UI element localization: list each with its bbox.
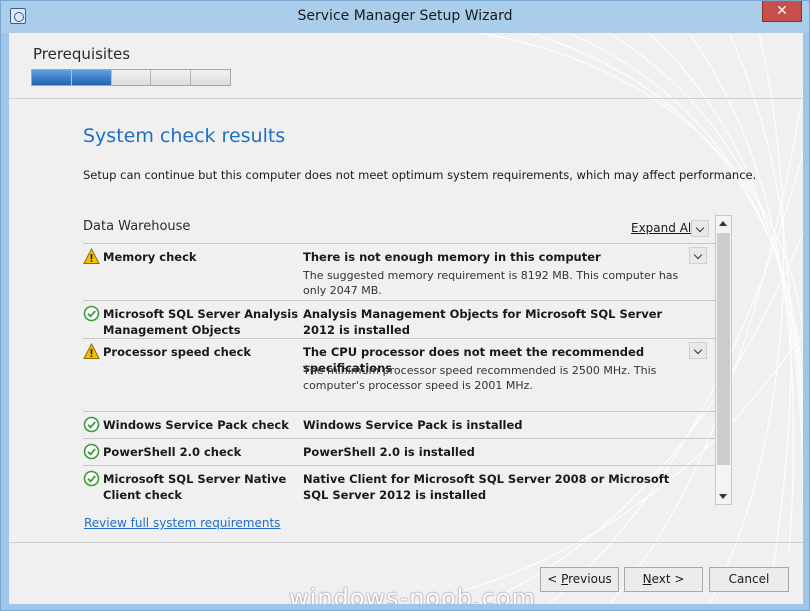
progress-segment: [191, 70, 230, 85]
check-results-list: Memory check There is not enough memory …: [83, 243, 715, 505]
page-description: Setup can continue but this computer doe…: [83, 168, 757, 182]
expand-all-link[interactable]: Expand All: [631, 221, 695, 235]
scroll-thumb[interactable]: [717, 233, 730, 465]
previous-button[interactable]: < Previous: [540, 567, 619, 592]
wizard-client-area: Prerequisites System check results Setup…: [9, 33, 803, 604]
title-bar: Service Manager Setup Wizard ✕: [1, 1, 809, 33]
scroll-up-arrow-icon[interactable]: [716, 216, 731, 232]
close-icon: ✕: [776, 3, 788, 19]
check-circle-icon: [83, 470, 100, 487]
group-title: Data Warehouse: [83, 219, 191, 234]
check-row-service-pack: Windows Service Pack check Windows Servi…: [83, 411, 715, 438]
check-name: Windows Service Pack check: [103, 418, 289, 432]
review-requirements-link[interactable]: Review full system requirements: [84, 516, 280, 530]
warning-icon: [83, 343, 100, 359]
check-detail: The minimum processor speed recommended …: [303, 364, 657, 392]
progress-segment: [111, 70, 152, 85]
check-row-processor-speed: Processor speed check The CPU processor …: [83, 338, 715, 411]
check-detail: The suggested memory requirement is 8192…: [303, 269, 679, 297]
progress-segment: [32, 70, 72, 85]
previous-prefix: <: [547, 572, 562, 586]
check-circle-icon: [83, 443, 100, 460]
wizard-header: Prerequisites: [9, 33, 803, 99]
cancel-button[interactable]: Cancel: [709, 567, 789, 592]
collapse-chevron-icon[interactable]: [689, 247, 707, 264]
check-row-native-client: Microsoft SQL Server Native Client check…: [83, 465, 715, 505]
check-circle-icon: [83, 416, 100, 433]
header-divider: [9, 98, 803, 99]
check-row-analysis-management-objects: Microsoft SQL Server Analysis Management…: [83, 300, 715, 338]
check-result: Native Client for Microsoft SQL Server 2…: [303, 472, 670, 502]
close-button[interactable]: ✕: [762, 1, 802, 22]
scroll-down-arrow-icon[interactable]: [716, 488, 731, 504]
next-accelerator: N: [642, 572, 652, 586]
page-heading: System check results: [83, 125, 286, 147]
results-scrollbar[interactable]: [715, 215, 732, 505]
check-circle-icon: [83, 305, 100, 322]
check-row-memory: Memory check There is not enough memory …: [83, 243, 715, 300]
warning-icon: [83, 248, 100, 264]
check-row-powershell: PowerShell 2.0 check PowerShell 2.0 is i…: [83, 438, 715, 465]
progress-segment: [151, 70, 192, 85]
previous-label: revious: [568, 572, 612, 586]
check-name: PowerShell 2.0 check: [103, 445, 242, 459]
check-result: Windows Service Pack is installed: [303, 418, 523, 432]
setup-wizard-window: Service Manager Setup Wizard ✕ Prerequis…: [0, 0, 810, 611]
check-result: PowerShell 2.0 is installed: [303, 445, 475, 459]
expand-all-chevron-icon[interactable]: [691, 220, 709, 237]
check-name: Processor speed check: [103, 345, 252, 359]
progress-segment: [71, 70, 112, 85]
step-title: Prerequisites: [33, 45, 131, 63]
next-button[interactable]: Next >: [624, 567, 703, 592]
check-name: Microsoft SQL Server Analysis Management…: [103, 307, 299, 337]
check-result: There is not enough memory in this compu…: [303, 250, 601, 264]
footer-divider: [9, 542, 803, 543]
next-label: ext >: [651, 572, 685, 586]
check-name: Memory check: [103, 250, 197, 264]
window-title: Service Manager Setup Wizard: [297, 8, 513, 24]
watermark-text: windows-noob.com: [289, 584, 536, 604]
check-result: Analysis Management Objects for Microsof…: [303, 307, 663, 337]
step-progress-bar: [31, 69, 231, 86]
collapse-chevron-icon[interactable]: [689, 342, 707, 359]
check-name: Microsoft SQL Server Native Client check: [103, 472, 287, 502]
